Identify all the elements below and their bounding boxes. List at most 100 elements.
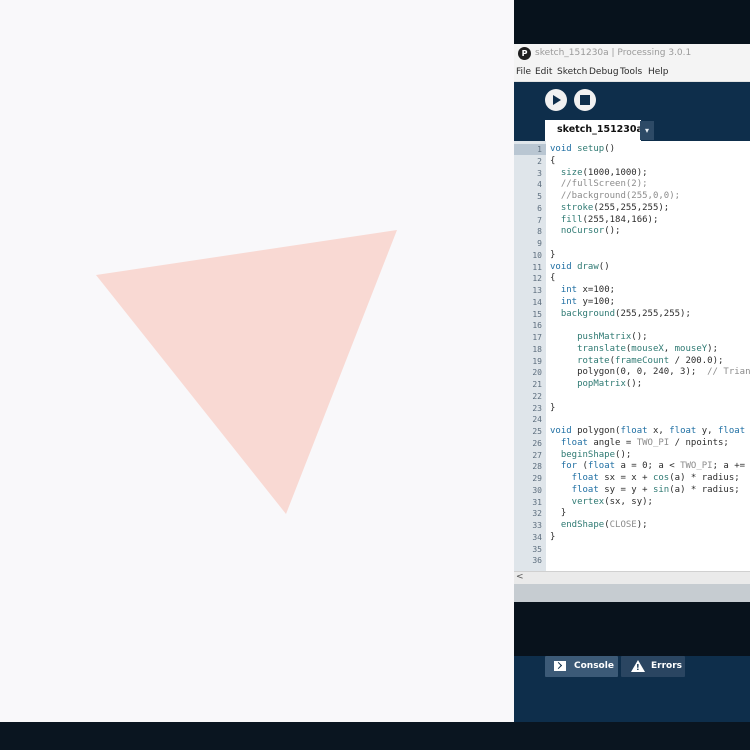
code-line: background(255,255,255);	[550, 309, 691, 319]
code-token: int	[550, 296, 583, 307]
code-token: / 200.0);	[669, 355, 724, 366]
line-number: 36	[532, 556, 542, 566]
line-number: 33	[532, 521, 542, 530]
code-token: ();	[615, 449, 632, 460]
code-token: float	[550, 437, 594, 448]
play-icon	[553, 95, 561, 105]
code-token: float	[550, 484, 605, 495]
code-token: }	[550, 531, 556, 542]
horizontal-scrollbar[interactable]: <	[514, 571, 750, 584]
code-token: y=100;	[582, 296, 616, 307]
code-line: beginShape();	[550, 450, 631, 460]
code-token: x,	[652, 426, 670, 436]
taskbar-strip	[0, 722, 750, 750]
window-title: sketch_151230a | Processing 3.0.1	[535, 48, 692, 58]
code-token: y,	[701, 426, 719, 436]
code-token: ();	[625, 379, 643, 389]
code-token: setup	[577, 144, 605, 154]
status-bar	[514, 584, 750, 602]
code-token: (255,255,255);	[593, 202, 670, 213]
code-token: mouseY	[674, 343, 708, 354]
code-line: polygon(0, 0, 240, 3); // Triang	[550, 367, 750, 377]
code-token: (1000,1000);	[582, 167, 648, 178]
line-number: 10	[532, 250, 542, 260]
line-number: 28	[532, 462, 542, 472]
code-line: translate(mouseX, mouseY);	[550, 344, 718, 354]
line-number-gutter: 1 2 3 4 5 6 7 8 9 10 11 12 13 14 15 16 17 18 19 20 21 22 23 24 2…	[514, 141, 546, 571]
code-line: void draw()	[550, 262, 610, 272]
menu-edit[interactable]: Edit	[535, 67, 552, 77]
code-token: float	[620, 426, 653, 436]
code-token: int	[550, 285, 583, 295]
line-number: 34	[532, 532, 542, 542]
code-token: float	[669, 426, 702, 436]
code-line: popMatrix();	[550, 379, 642, 389]
code-line: void polygon(float x, float y, float ra	[550, 426, 750, 436]
line-number: 21	[532, 380, 542, 389]
code-token: pushMatrix	[550, 332, 632, 342]
code-line: {	[550, 273, 555, 283]
line-number: 27	[532, 450, 542, 460]
menu-file[interactable]: File	[516, 67, 531, 77]
scroll-left-icon[interactable]: <	[516, 572, 524, 582]
errors-tab-button[interactable]: ! Errors	[621, 656, 685, 677]
sketch-output-canvas	[0, 0, 514, 722]
code-token: vertex	[550, 496, 605, 507]
menu-help[interactable]: Help	[648, 67, 669, 77]
line-number: 9	[537, 239, 542, 248]
code-token: ()	[604, 144, 616, 154]
code-line: //background(255,0,0);	[550, 191, 680, 201]
line-number: 4	[537, 180, 542, 190]
line-number: 25	[532, 427, 542, 436]
code-line: int x=100;	[550, 285, 615, 295]
code-token: {	[550, 155, 556, 166]
stop-button[interactable]	[574, 89, 596, 111]
menu-bar: File Edit Sketch Debug Tools Help	[514, 64, 750, 82]
code-line: stroke(255,255,255);	[550, 203, 669, 213]
tab-sketch[interactable]: sketch_151230a	[545, 120, 643, 141]
line-number: 15	[532, 309, 542, 319]
window-titlebar[interactable]: P sketch_151230a | Processing 3.0.1	[514, 44, 750, 64]
line-number: 6	[537, 203, 542, 213]
code-token: float	[550, 473, 605, 483]
tab-menu-button[interactable]: ▾	[640, 121, 654, 140]
console-tab-button[interactable]: Console	[545, 656, 618, 677]
code-token: (a) * radius;	[669, 473, 740, 483]
line-number: 12	[532, 274, 542, 284]
code-token: cos	[652, 473, 670, 483]
console-icon	[554, 661, 566, 671]
menu-sketch[interactable]: Sketch	[557, 67, 587, 77]
menu-tools[interactable]: Tools	[620, 67, 642, 77]
code-token: sin	[652, 484, 670, 495]
code-token: fill	[550, 214, 583, 225]
code-token: ();	[631, 332, 648, 342]
code-token: size	[550, 167, 583, 178]
code-token: TWO_PI	[636, 437, 670, 448]
code-token: mouseX	[631, 343, 664, 354]
code-token: noCursor	[550, 226, 605, 237]
line-number: 30	[532, 485, 542, 495]
code-token: );	[636, 520, 648, 530]
menu-debug[interactable]: Debug	[589, 67, 619, 77]
line-number: 17	[532, 333, 542, 342]
code-token: ; a += an	[712, 461, 746, 472]
code-token: //background(255,0,0);	[550, 191, 681, 201]
line-number: 22	[532, 391, 542, 401]
code-line: endShape(CLOSE);	[550, 520, 648, 530]
code-line: size(1000,1000);	[550, 168, 648, 178]
code-token: // Triang	[707, 367, 750, 378]
code-token: ()	[598, 261, 610, 272]
code-line: int y=100;	[550, 297, 615, 307]
errors-label: Errors	[651, 661, 683, 671]
code-token: sx = x +	[604, 473, 653, 483]
run-button[interactable]	[545, 89, 567, 111]
code-token: void	[550, 261, 578, 272]
code-token: (a) * radius;	[669, 484, 740, 495]
code-token: }	[550, 249, 556, 260]
line-number: 3	[537, 168, 542, 178]
line-number: 32	[532, 509, 542, 519]
code-editor[interactable]: 1 2 3 4 5 6 7 8 9 10 11 12 13 14 15 16 17 18 19 20 21 22 23 24 2…	[514, 141, 750, 571]
code-token: endShape	[550, 520, 605, 530]
code-token: rotate	[550, 355, 610, 366]
line-number: 5	[537, 192, 542, 201]
